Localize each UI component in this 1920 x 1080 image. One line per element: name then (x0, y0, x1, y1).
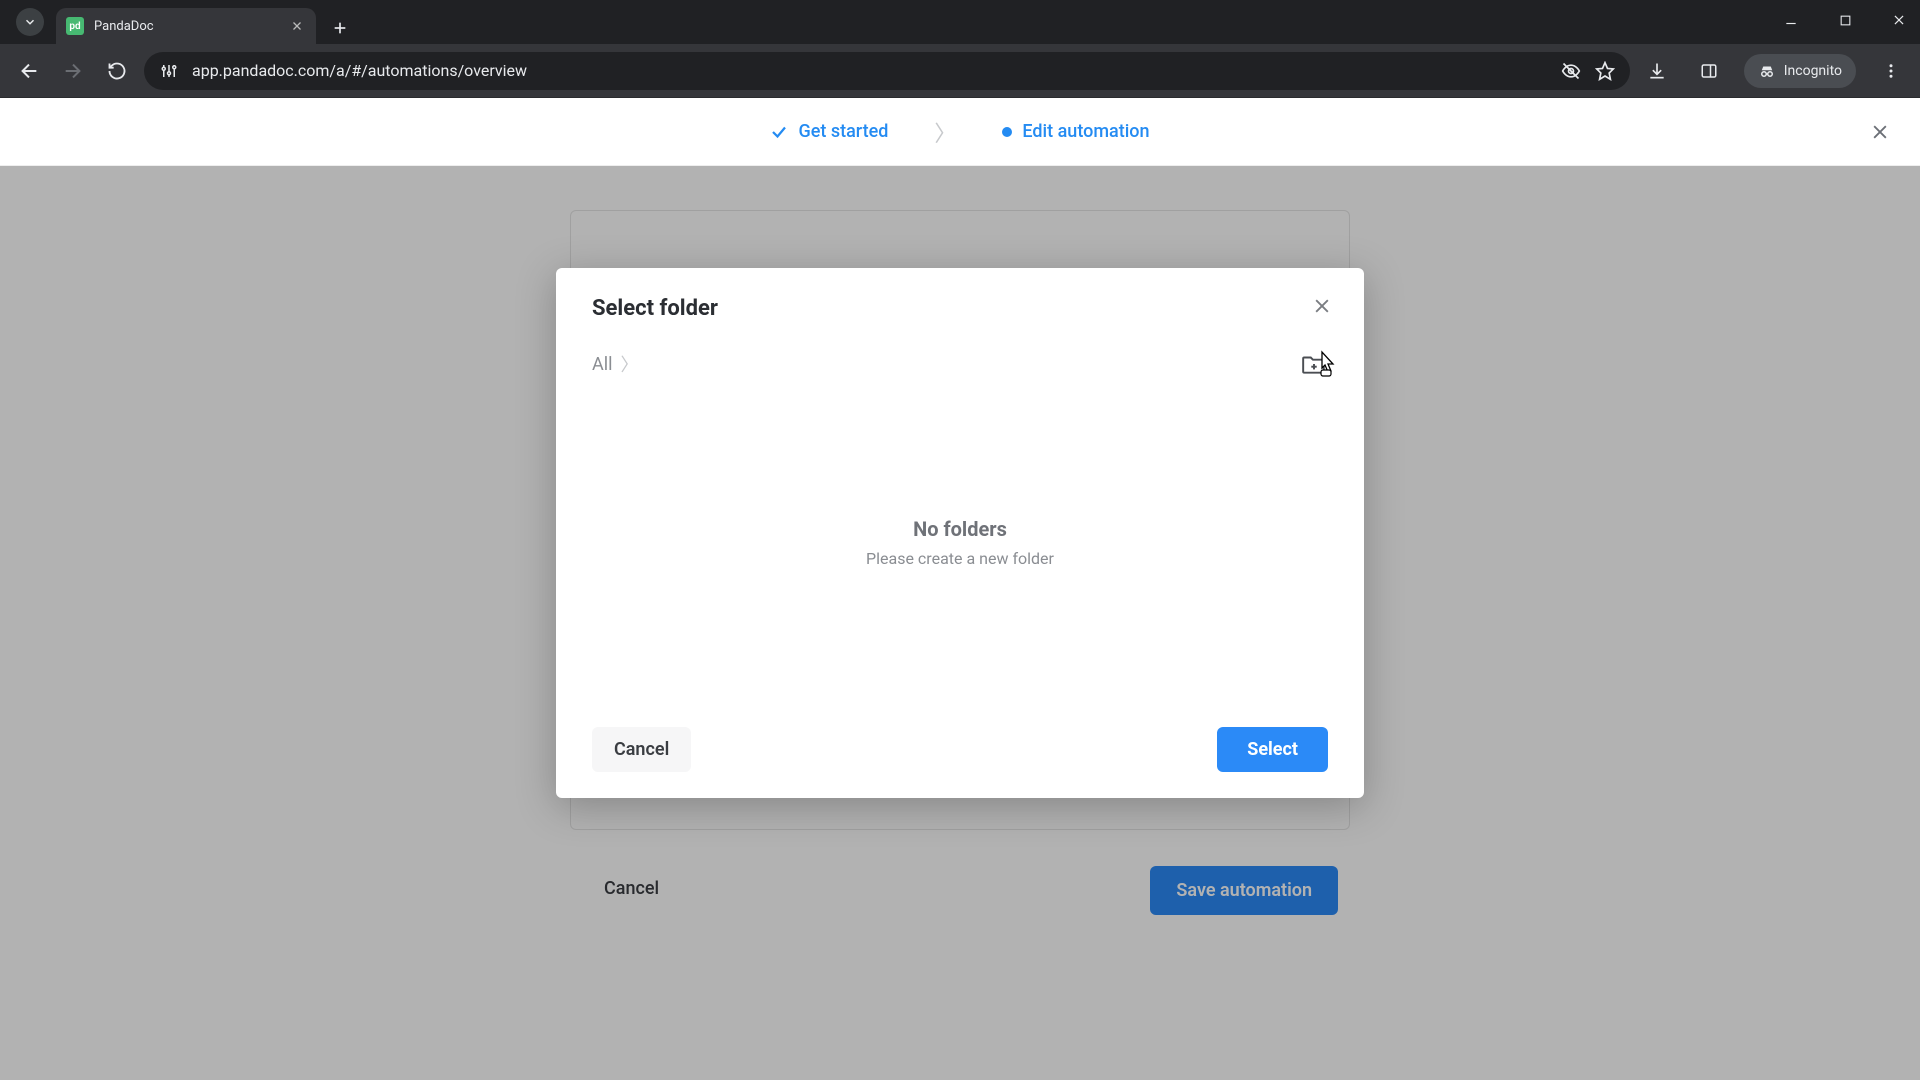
breadcrumb-root[interactable]: All (592, 354, 613, 375)
incognito-indicator[interactable]: Incognito (1744, 54, 1856, 88)
page-body: Cancel Save automation Select folder All… (0, 166, 1920, 1080)
tab-title: PandaDoc (94, 19, 278, 34)
reload-button[interactable] (100, 54, 134, 88)
window-controls (1776, 0, 1914, 40)
forward-button[interactable] (56, 54, 90, 88)
browser-tab[interactable]: pd PandaDoc (56, 8, 316, 44)
incognito-icon (1758, 62, 1776, 80)
wizard-header: Get started 〉 Edit automation (0, 98, 1920, 166)
select-folder-modal: Select folder All 〉 (556, 268, 1364, 798)
chevron-right-icon: 〉 (621, 351, 639, 377)
minimize-button[interactable] (1776, 5, 1806, 35)
url-field[interactable]: app.pandadoc.com/a/#/automations/overvie… (144, 52, 1630, 90)
cancel-button[interactable]: Cancel (592, 727, 691, 772)
step-label: Get started (798, 121, 888, 142)
tab-strip: pd PandaDoc (0, 0, 1920, 44)
eye-off-icon[interactable] (1560, 60, 1582, 82)
step-label: Edit automation (1022, 121, 1149, 142)
close-window-button[interactable] (1884, 5, 1914, 35)
empty-state: No folders Please create a new folder (592, 377, 1328, 707)
page: Get started 〉 Edit automation Cancel Sav… (0, 98, 1920, 1080)
dot-icon (1002, 127, 1012, 137)
back-button[interactable] (12, 54, 46, 88)
chevron-right-icon: 〉 (934, 116, 956, 148)
browser-window: pd PandaDoc app.pandadoc.com/a/#/automat… (0, 0, 1920, 1080)
wizard-step-get-started[interactable]: Get started (770, 121, 888, 142)
maximize-button[interactable] (1830, 5, 1860, 35)
breadcrumb-row: All 〉 (592, 351, 1328, 377)
bookmark-star-icon[interactable] (1594, 60, 1616, 82)
site-settings-icon[interactable] (158, 60, 180, 82)
side-panel-button[interactable] (1692, 54, 1726, 88)
close-modal-button[interactable] (1308, 292, 1336, 320)
toolbar-right: Incognito (1640, 54, 1908, 88)
favicon-icon: pd (66, 17, 84, 35)
incognito-label: Incognito (1784, 63, 1842, 79)
select-button[interactable]: Select (1217, 727, 1328, 772)
kebab-menu-button[interactable] (1874, 54, 1908, 88)
downloads-button[interactable] (1640, 54, 1674, 88)
address-bar: app.pandadoc.com/a/#/automations/overvie… (0, 44, 1920, 98)
check-icon (770, 123, 788, 141)
tabs-search-button[interactable] (8, 0, 52, 44)
close-icon[interactable] (288, 17, 306, 35)
wizard-step-edit-automation[interactable]: Edit automation (1002, 121, 1149, 142)
empty-subtitle: Please create a new folder (866, 549, 1054, 568)
empty-title: No folders (913, 517, 1007, 541)
breadcrumb: All 〉 (592, 351, 639, 377)
chevron-down-icon (16, 8, 44, 36)
modal-overlay: Select folder All 〉 (0, 166, 1920, 1080)
new-tab-button[interactable] (324, 12, 356, 44)
close-wizard-button[interactable] (1866, 118, 1894, 146)
modal-title: Select folder (592, 296, 1328, 321)
modal-footer: Cancel Select (592, 727, 1328, 772)
create-folder-button[interactable] (1300, 352, 1328, 376)
url-text: app.pandadoc.com/a/#/automations/overvie… (192, 61, 1548, 80)
